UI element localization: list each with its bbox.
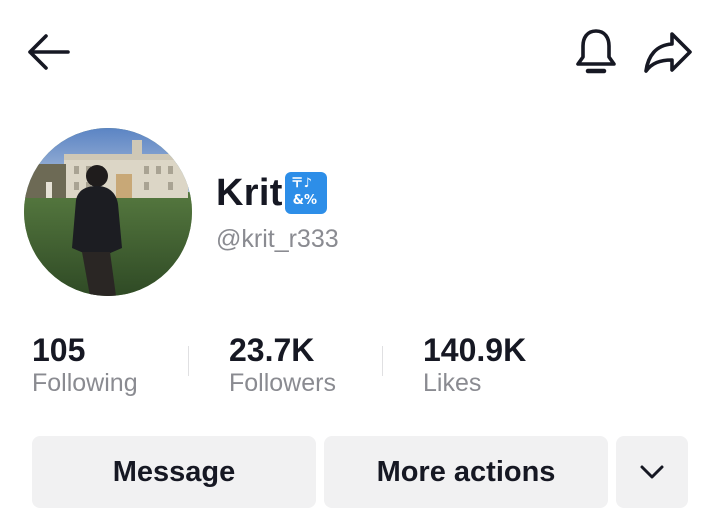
- more-actions-button[interactable]: More actions: [324, 436, 608, 508]
- stat-value: 23.7K: [229, 332, 315, 368]
- stat-divider: [382, 346, 383, 376]
- stat-followers[interactable]: 23.7K Followers: [229, 330, 336, 398]
- arrow-left-icon[interactable]: [24, 30, 72, 74]
- stat-likes[interactable]: 140.9K Likes: [423, 330, 526, 398]
- emoji-bottom-symbols: &%: [292, 193, 318, 208]
- name-row: Krit 〒♪ &%: [216, 170, 327, 216]
- username: @krit_r333: [216, 225, 339, 253]
- expand-button[interactable]: [616, 436, 688, 508]
- avatar[interactable]: [24, 128, 192, 296]
- share-arrow-icon[interactable]: [642, 28, 694, 76]
- stat-label: Following: [32, 369, 138, 397]
- bell-icon[interactable]: [572, 26, 620, 78]
- avatar-photo: [24, 128, 192, 296]
- message-button[interactable]: Message: [32, 436, 316, 508]
- stat-label: Followers: [229, 369, 336, 397]
- stat-label: Likes: [423, 369, 482, 397]
- stat-following[interactable]: 105 Following: [32, 330, 138, 398]
- stats-row: 105 Following 23.7K Followers 140.9K Lik…: [0, 330, 720, 410]
- symbols-emoji-icon: 〒♪ &%: [284, 172, 327, 214]
- stat-divider: [188, 346, 189, 376]
- top-bar: [0, 0, 720, 100]
- chevron-down-icon: [640, 465, 664, 479]
- display-name: Krit: [216, 172, 283, 214]
- emoji-top-symbols: 〒♪: [290, 176, 312, 191]
- stat-value: 140.9K: [423, 332, 527, 368]
- stat-value: 105: [32, 332, 86, 368]
